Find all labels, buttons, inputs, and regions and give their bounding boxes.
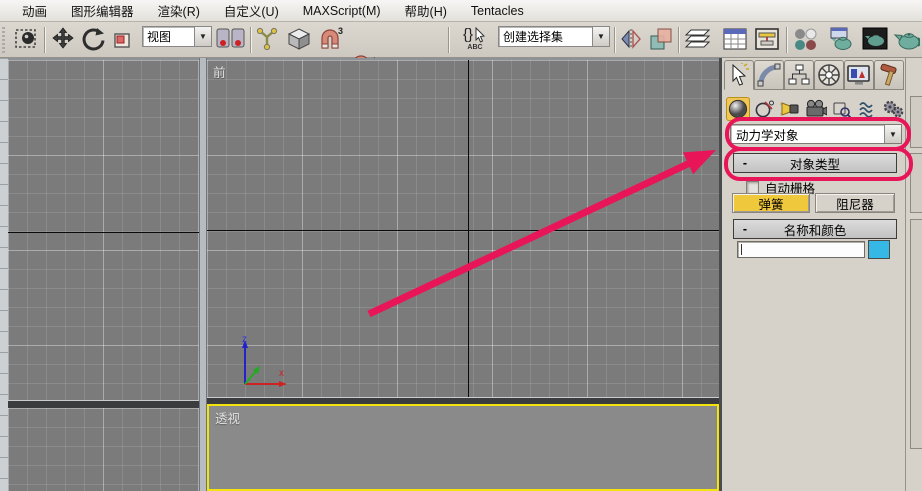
rollout-collapse-icon[interactable]: - <box>734 156 756 170</box>
align-icon[interactable] <box>648 26 674 52</box>
grid-origin-line-horizontal <box>207 230 719 231</box>
toolbar-drag-handle[interactable] <box>2 27 5 53</box>
menu-bar: 动画 图形编辑器 渲染(R) 自定义(U) MAXScript(M) 帮助(H)… <box>0 0 922 22</box>
object-color-swatch[interactable] <box>868 240 890 259</box>
select-and-scale-icon[interactable] <box>110 26 136 52</box>
render-setup-icon[interactable] <box>828 26 854 52</box>
render-production-icon[interactable] <box>894 26 920 52</box>
viewport-splitter-vertical[interactable] <box>199 58 207 491</box>
menu-graph-editors[interactable]: 图形编辑器 <box>59 0 146 22</box>
rollout-object-type-title: 对象类型 <box>789 157 840 172</box>
tab-modify[interactable] <box>754 60 784 90</box>
schematic-view-icon[interactable] <box>754 26 780 52</box>
curve-editor-icon[interactable] <box>722 26 748 52</box>
toolbar-separator <box>44 27 46 53</box>
category-geometry[interactable] <box>726 97 750 121</box>
toolbar-separator <box>250 27 252 53</box>
named-selection-set-value: 创建选择集 <box>503 30 564 44</box>
tab-display[interactable] <box>844 60 874 90</box>
use-pivot-point-center-icon[interactable] <box>216 26 246 54</box>
layer-manager-icon[interactable] <box>684 26 710 52</box>
rollout-name-color[interactable]: - 名称和颜色 <box>733 219 897 239</box>
command-panel-tabs <box>724 60 906 91</box>
viewport-splitter-horizontal-center[interactable] <box>207 397 719 404</box>
edit-named-selection-sets-icon[interactable]: {} ABC <box>454 26 496 54</box>
chevron-down-icon[interactable]: ▼ <box>194 27 211 46</box>
viewport-left-bottom[interactable] <box>8 408 199 491</box>
menu-rendering[interactable]: 渲染(R) <box>146 0 212 22</box>
chevron-down-icon[interactable]: ▼ <box>884 125 901 143</box>
select-and-move-icon[interactable] <box>50 26 76 52</box>
snaps-toggle-icon[interactable]: 3 <box>317 26 343 52</box>
main-toolbar: 视图 ▼ 3 % {} ABC 创建选择集 ▼ <box>0 22 922 127</box>
rollout-name-color-title: 名称和颜色 <box>783 223 847 238</box>
menu-maxscript[interactable]: MAXScript(M) <box>291 2 393 20</box>
rollout-stub <box>910 96 922 148</box>
category-lights[interactable] <box>778 97 802 121</box>
rectangular-selection-region-icon[interactable] <box>13 26 39 52</box>
mirror-icon[interactable] <box>618 26 644 52</box>
rollout-object-type[interactable]: - 对象类型 <box>733 153 897 173</box>
tab-utilities[interactable] <box>874 60 904 90</box>
toolbar-separator <box>678 27 680 53</box>
object-name-input[interactable] <box>737 241 865 258</box>
category-space-warps[interactable] <box>856 97 880 121</box>
panel-second-column <box>905 58 922 491</box>
reference-coordinate-value: 视图 <box>147 30 172 44</box>
menu-tentacles[interactable]: Tentacles <box>459 2 536 20</box>
menu-animation[interactable]: 动画 <box>10 0 59 22</box>
reference-coordinate-dropdown[interactable]: 视图 ▼ <box>142 26 212 47</box>
named-selection-set-dropdown[interactable]: 创建选择集 ▼ <box>498 26 610 47</box>
subcategory-dropdown[interactable]: 动力学对象 ▼ <box>730 124 902 144</box>
tripod-z-label: z <box>242 334 247 345</box>
viewport-front-label[interactable]: 前 <box>213 62 226 81</box>
damper-button-label: 阻尼器 <box>836 197 874 212</box>
category-cameras[interactable] <box>804 97 828 121</box>
tab-hierarchy[interactable] <box>784 60 814 90</box>
category-shapes[interactable] <box>752 97 776 121</box>
command-panel: 动力学对象 ▼ - 对象类型 自动栅格 弹簧 阻尼器 - 名称和颜色 <box>722 58 922 491</box>
category-helpers[interactable] <box>830 97 854 121</box>
grid-origin-line <box>8 232 199 233</box>
window-left-edge <box>0 58 8 491</box>
tab-create[interactable] <box>724 60 754 90</box>
grid-origin-line-vertical <box>468 60 469 397</box>
rollout-stub <box>910 219 922 449</box>
axis-tripod: z x <box>223 332 293 397</box>
menu-help[interactable]: 帮助(H) <box>393 0 459 22</box>
select-and-manipulate-icon[interactable] <box>254 26 280 52</box>
material-editor-icon[interactable] <box>792 26 818 52</box>
menu-customize[interactable]: 自定义(U) <box>212 0 291 22</box>
spring-button[interactable]: 弹簧 <box>732 193 810 213</box>
abc-label: ABC <box>467 44 483 51</box>
keyboard-shortcut-override-icon[interactable] <box>286 26 312 52</box>
snap-3d-label: 3 <box>337 26 343 36</box>
tripod-x-label: x <box>279 368 284 379</box>
rollout-collapse-icon[interactable]: - <box>734 222 756 236</box>
subcategory-dropdown-value: 动力学对象 <box>736 128 799 143</box>
toolbar-separator <box>614 27 616 53</box>
category-systems[interactable] <box>882 97 906 121</box>
spring-button-label: 弹簧 <box>758 197 784 212</box>
toolbar-separator <box>786 27 788 53</box>
chevron-down-icon[interactable]: ▼ <box>592 27 609 46</box>
viewport-perspective-label[interactable]: 透视 <box>215 408 240 427</box>
toolbar-separator <box>448 27 450 53</box>
rendered-frame-window-icon[interactable] <box>862 26 888 52</box>
damper-button[interactable]: 阻尼器 <box>815 193 895 213</box>
braces-glyph: {} <box>462 26 474 43</box>
select-and-rotate-icon[interactable] <box>80 26 106 52</box>
viewport-splitter-horizontal-left[interactable] <box>8 400 199 408</box>
viewport-perspective[interactable]: 透视 <box>207 404 719 491</box>
viewport-left[interactable] <box>8 60 199 400</box>
viewport-front[interactable]: 前 z x <box>207 60 719 397</box>
tab-motion[interactable] <box>814 60 844 90</box>
rollout-stub <box>910 153 922 213</box>
create-category-row <box>726 96 912 122</box>
